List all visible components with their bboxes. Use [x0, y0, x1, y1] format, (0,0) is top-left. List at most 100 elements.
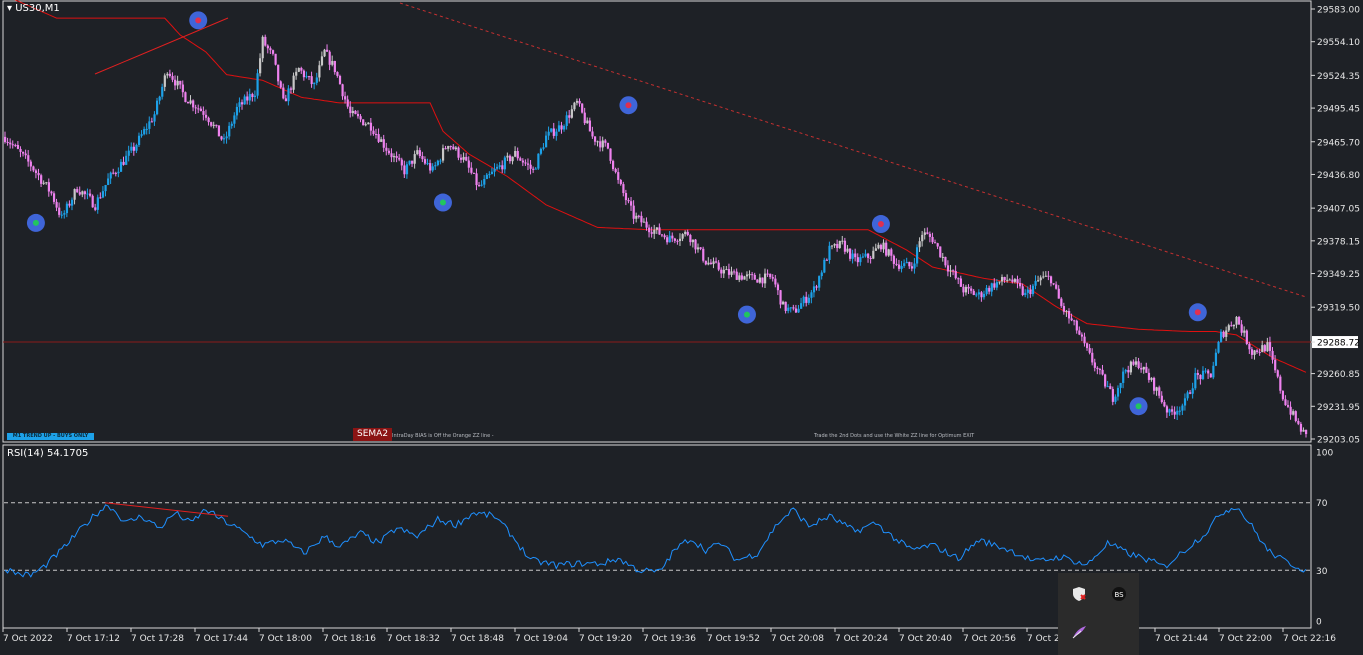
candle-body: [547, 131, 550, 136]
time-tick-label: 7 Oct 20:56: [963, 634, 1016, 644]
candle-body: [81, 191, 84, 195]
candle-body: [666, 237, 669, 243]
candle-body: [637, 215, 640, 217]
candle-body: [660, 234, 664, 236]
chart-stage: 29583.00 29554.10 29524.35 29495.45 29465.70…: [2, 0, 1360, 644]
candle-body: [1219, 331, 1223, 342]
feather-icon[interactable]: [1068, 621, 1090, 643]
candle-body: [684, 231, 687, 235]
candle-body: [928, 233, 932, 237]
candle-body: [1129, 361, 1133, 373]
candle-body: [1104, 374, 1107, 387]
candle-body: [1116, 387, 1120, 397]
candle-body: [555, 131, 558, 136]
candle-body: [1088, 348, 1091, 353]
candle-body: [1294, 411, 1297, 421]
rsi-tick-label: 30: [1316, 567, 1328, 577]
candle-body: [794, 308, 798, 313]
candle-body: [393, 156, 396, 158]
time-tick-label: 7 Oct 18:00: [259, 634, 312, 644]
candle-body: [903, 263, 906, 267]
candle-body: [521, 160, 525, 163]
candle-body: [143, 128, 146, 135]
candle-body: [658, 227, 661, 235]
candle-body: [977, 292, 981, 295]
candle-body: [166, 73, 169, 76]
candle-body: [877, 244, 880, 249]
candle-body: [830, 245, 834, 247]
candle-body: [181, 84, 184, 93]
taskbar-popup: BS: [1058, 573, 1139, 655]
candle-body: [176, 80, 179, 86]
candle-body: [1055, 284, 1058, 289]
candle-body: [1266, 342, 1269, 352]
candle-body: [488, 174, 491, 176]
bias-note: IntraDay BIAS is Off the Orange ZZ line …: [392, 433, 494, 439]
candle-body: [645, 221, 648, 228]
time-tick-label: 7 Oct 19:36: [643, 634, 696, 644]
candle-body: [261, 36, 264, 59]
candle-body: [354, 110, 357, 114]
candle-body: [284, 98, 288, 102]
shield-icon[interactable]: [1068, 583, 1090, 605]
chart-symbol-title[interactable]: ▾ US30,M1: [7, 3, 60, 14]
candle-body: [599, 141, 602, 148]
candle-body: [565, 115, 568, 126]
candle-body: [758, 277, 762, 283]
candle-body: [112, 172, 115, 174]
candle-body: [480, 184, 483, 186]
candle-body: [1049, 276, 1053, 284]
candle-body: [635, 215, 638, 219]
candle-body: [526, 163, 530, 165]
rsi-chart[interactable]: [4, 502, 1310, 578]
trend-badge: M1 TREND UP - BUYS ONLY: [7, 433, 94, 440]
candle-body: [220, 136, 223, 140]
price-chart[interactable]: [3, 0, 1311, 438]
dropdown-triangle-icon[interactable]: ▾: [7, 3, 15, 14]
candle-body: [575, 100, 579, 103]
candle-body: [934, 242, 937, 244]
candle-body: [150, 121, 154, 123]
candle-body: [1230, 325, 1233, 327]
candle-body: [583, 112, 586, 124]
candle-body: [1111, 388, 1114, 402]
candle-body: [1026, 289, 1029, 293]
bs-app-icon[interactable]: BS: [1108, 583, 1130, 605]
candle-body: [1080, 334, 1084, 337]
candle-body: [1194, 373, 1197, 389]
candle-body: [403, 165, 406, 175]
candle-body: [516, 151, 519, 159]
candle-body: [1001, 277, 1004, 282]
candle-body: [1186, 392, 1189, 399]
candle-body: [537, 153, 540, 169]
candle-body: [769, 273, 772, 278]
candle-body: [766, 273, 769, 275]
candle-body: [563, 125, 566, 130]
candle-body: [779, 290, 782, 305]
candle-body: [1196, 373, 1199, 375]
candle-body: [452, 146, 455, 150]
candle-body: [825, 259, 829, 261]
candle-body: [946, 265, 950, 272]
candle-body: [867, 253, 870, 258]
candle-body: [132, 146, 136, 151]
candle-body: [135, 144, 138, 151]
candle-body: [434, 165, 437, 167]
candle-body: [217, 125, 221, 137]
candle-body: [957, 278, 960, 280]
candle-body: [259, 58, 262, 74]
candle-body: [320, 56, 324, 66]
candle-body: [50, 191, 53, 194]
candle-body: [1098, 369, 1102, 371]
candle-body: [890, 249, 893, 256]
swing-low-dot: [1135, 403, 1142, 410]
candle-body: [792, 307, 795, 309]
candle-body: [1235, 317, 1238, 325]
candle-body: [199, 108, 202, 112]
candle-body: [676, 240, 679, 242]
candle-body: [289, 88, 293, 90]
candle-body: [1145, 366, 1148, 373]
candle-body: [91, 195, 94, 208]
candle-body: [295, 71, 298, 76]
candle-body: [581, 103, 584, 113]
